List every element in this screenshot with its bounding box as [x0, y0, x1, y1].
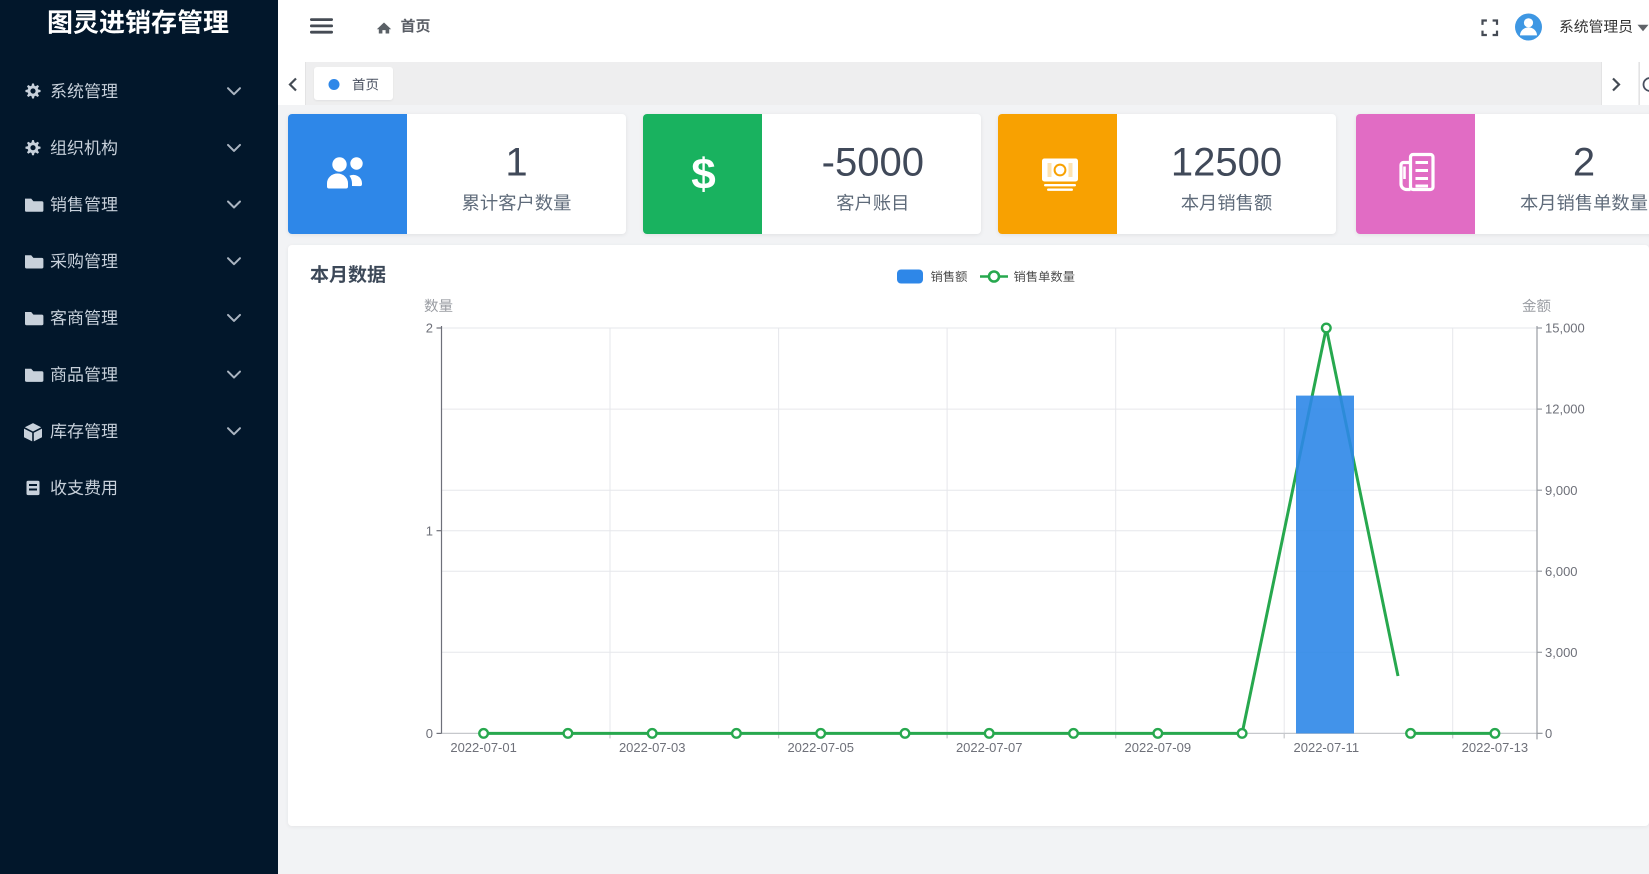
svg-text:2: 2 [1573, 141, 1595, 185]
svg-text:3,000: 3,000 [1545, 645, 1578, 660]
svg-text:1: 1 [426, 523, 433, 538]
svg-text:0: 0 [426, 726, 433, 741]
svg-text:-5000: -5000 [822, 141, 924, 185]
svg-text:9,000: 9,000 [1545, 483, 1578, 498]
svg-text:2022-07-03: 2022-07-03 [619, 740, 686, 755]
svg-text:2022-07-09: 2022-07-09 [1125, 740, 1192, 755]
svg-text:2022-07-13: 2022-07-13 [1462, 740, 1529, 755]
svg-text:6,000: 6,000 [1545, 564, 1578, 579]
svg-text:$: $ [691, 150, 715, 199]
svg-text:15,000: 15,000 [1545, 321, 1585, 336]
svg-text:2: 2 [426, 321, 433, 336]
svg-text:2022-07-11: 2022-07-11 [1294, 740, 1360, 755]
svg-text:1: 1 [505, 141, 527, 185]
svg-text:0: 0 [1545, 726, 1552, 741]
svg-text:12,000: 12,000 [1545, 402, 1585, 417]
svg-text:2022-07-01: 2022-07-01 [450, 740, 517, 755]
svg-text:2022-07-07: 2022-07-07 [956, 740, 1023, 755]
svg-text:12500: 12500 [1171, 141, 1282, 185]
svg-text:2022-07-05: 2022-07-05 [787, 740, 854, 755]
